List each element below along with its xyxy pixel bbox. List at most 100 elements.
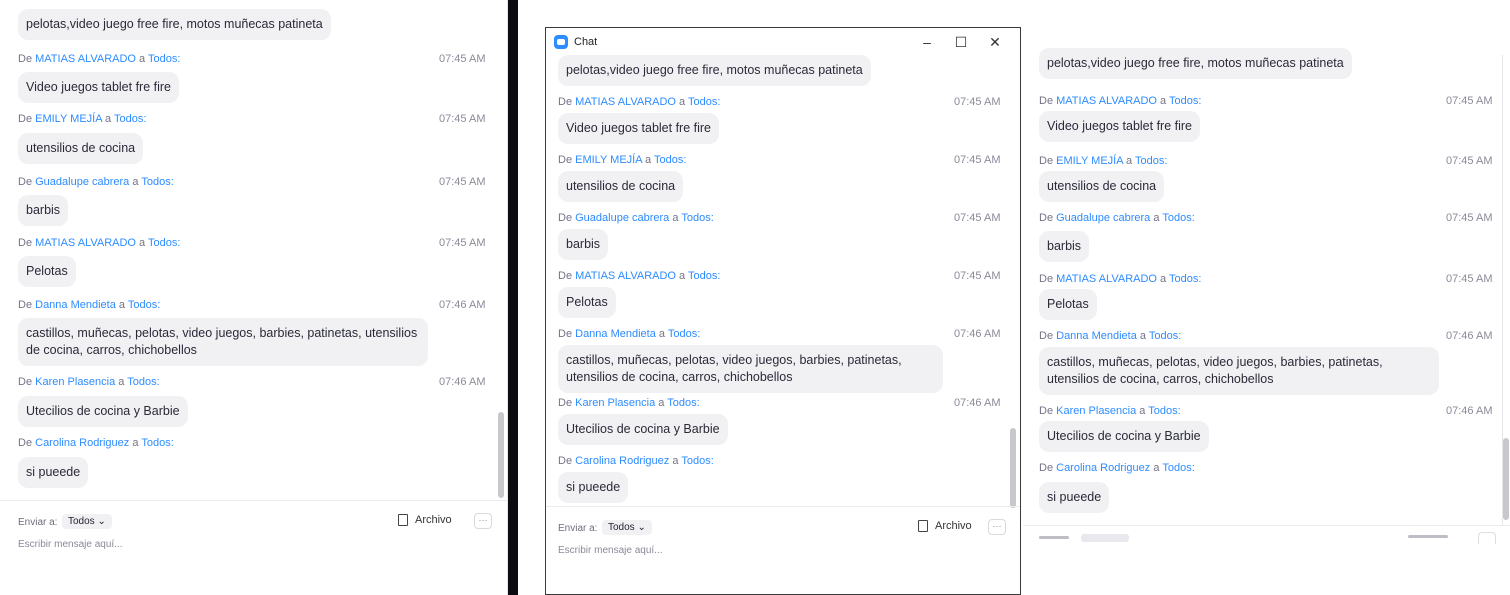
sender-name[interactable]: Danna Mendieta <box>575 328 656 340</box>
sender-name[interactable]: MATIAS ALVARADO <box>35 53 136 65</box>
message-time: 07:45 AM <box>1446 155 1493 167</box>
recipient-name[interactable]: Todos: <box>1169 273 1201 285</box>
recipient-name[interactable]: Todos: <box>141 437 173 449</box>
sender-name[interactable]: Karen Plasencia <box>35 376 115 388</box>
sender-name[interactable]: EMILY MEJÍA <box>1056 155 1123 167</box>
close-button[interactable]: ✕ <box>978 34 1012 51</box>
recipient-dropdown[interactable]: Todos ⌄ <box>62 514 112 529</box>
recipient-name[interactable]: Todos: <box>128 299 160 311</box>
minimize-button[interactable]: – <box>910 34 944 50</box>
compose-area: Enviar a: Todos ⌄ Archivo ··· Escribir m… <box>0 500 507 595</box>
scrollbar-thumb[interactable] <box>498 412 504 498</box>
recipient-name[interactable]: Todos: <box>668 328 700 340</box>
message-time: 07:45 AM <box>954 154 1001 166</box>
message-time: 07:46 AM <box>954 397 1001 409</box>
send-to-label: Enviar a: <box>558 523 598 534</box>
message-list: pelotas,video juego free fire, motos muñ… <box>0 0 507 500</box>
recipient-name[interactable]: Todos: <box>148 237 180 249</box>
message-bubble: Utecilios de cocina y Barbie <box>18 396 188 427</box>
message-header: De Danna Mendieta a Todos: <box>18 299 161 311</box>
message-header: De Carolina Rodriguez a Todos: <box>18 437 174 449</box>
message-bubble: pelotas,video juego free fire, motos muñ… <box>18 9 331 40</box>
recipient-name[interactable]: Todos: <box>1149 330 1181 342</box>
message-time: 07:45 AM <box>439 237 486 249</box>
message-header: De Danna Mendieta a Todos: <box>1039 330 1182 342</box>
message-header: De MATIAS ALVARADO a Todos: <box>558 96 721 108</box>
recipient-name[interactable]: Todos: <box>654 154 686 166</box>
recipient-name[interactable]: Todos: <box>681 212 713 224</box>
recipient-name[interactable]: Todos: <box>688 270 720 282</box>
more-options-button[interactable]: ··· <box>474 513 492 529</box>
sender-name[interactable]: Carolina Rodriguez <box>35 437 129 449</box>
sender-name[interactable]: MATIAS ALVARADO <box>1056 95 1157 107</box>
sender-name[interactable]: Carolina Rodriguez <box>1056 462 1150 474</box>
message-bubble: barbis <box>18 195 69 226</box>
file-button[interactable]: Archivo <box>918 520 972 532</box>
recipient-name[interactable]: Todos: <box>1162 212 1194 224</box>
sender-name[interactable]: Carolina Rodriguez <box>575 455 669 467</box>
sender-name[interactable]: Guadalupe cabrera <box>35 176 129 188</box>
sender-name[interactable]: MATIAS ALVARADO <box>575 96 676 108</box>
file-button[interactable]: Archivo <box>398 514 452 526</box>
message-bubble: Utecilios de cocina y Barbie <box>1039 421 1209 452</box>
sender-name[interactable]: MATIAS ALVARADO <box>1056 273 1157 285</box>
recipient-name[interactable]: Todos: <box>1169 95 1201 107</box>
recipient-name[interactable]: Todos: <box>148 53 180 65</box>
recipient-dropdown[interactable] <box>1081 534 1129 542</box>
sender-name[interactable]: Guadalupe cabrera <box>1056 212 1150 224</box>
scrollbar-thumb[interactable] <box>1010 428 1016 508</box>
message-bubble: Pelotas <box>558 287 616 318</box>
message-bubble: pelotas,video juego free fire, motos muñ… <box>558 55 871 86</box>
sender-name[interactable]: MATIAS ALVARADO <box>575 270 676 282</box>
message-header: De Karen Plasencia a Todos: <box>1039 405 1181 417</box>
recipient-name[interactable]: Todos: <box>114 113 146 125</box>
file-button[interactable] <box>1408 535 1448 538</box>
recipient-name[interactable]: Todos: <box>1135 155 1167 167</box>
sender-name[interactable]: Danna Mendieta <box>1056 330 1137 342</box>
chat-panel-left: pelotas,video juego free fire, motos muñ… <box>0 0 508 595</box>
message-bubble: barbis <box>1039 231 1090 262</box>
message-header: De EMILY MEJÍA a Todos: <box>18 113 147 125</box>
sender-name[interactable]: Guadalupe cabrera <box>575 212 669 224</box>
sender-name[interactable]: Karen Plasencia <box>1056 405 1136 417</box>
send-to-label: Enviar a: <box>18 517 58 528</box>
chevron-down-icon: ⌄ <box>97 516 106 527</box>
message-time: 07:45 AM <box>1446 95 1493 107</box>
message-input[interactable]: Escribir mensaje aquí... <box>18 539 123 550</box>
message-bubble: si pueede <box>1039 482 1110 513</box>
file-icon <box>918 520 928 532</box>
recipient-name[interactable]: Todos: <box>1162 462 1194 474</box>
recipient-name[interactable]: Todos: <box>127 376 159 388</box>
more-options-button[interactable]: ··· <box>988 519 1006 535</box>
message-bubble: utensilios de cocina <box>18 133 144 164</box>
sender-name[interactable]: EMILY MEJÍA <box>575 154 642 166</box>
recipient-name[interactable]: Todos: <box>1148 405 1180 417</box>
scroll-track <box>1502 55 1503 525</box>
message-list: pelotas,video juego free fire, motos muñ… <box>1023 0 1510 525</box>
recipient-name[interactable]: Todos: <box>141 176 173 188</box>
sender-name[interactable]: Karen Plasencia <box>575 397 655 409</box>
message-header: De Carolina Rodriguez a Todos: <box>1039 462 1195 474</box>
message-time: 07:46 AM <box>1446 405 1493 417</box>
message-time: 07:45 AM <box>1446 212 1493 224</box>
window-title: Chat <box>574 36 598 48</box>
message-bubble: pelotas,video juego free fire, motos muñ… <box>1039 48 1352 79</box>
recipient-name[interactable]: Todos: <box>667 397 699 409</box>
sender-name[interactable]: Danna Mendieta <box>35 299 116 311</box>
recipient-name[interactable]: Todos: <box>688 96 720 108</box>
recipient-name[interactable]: Todos: <box>681 455 713 467</box>
maximize-button[interactable]: ☐ <box>944 34 978 51</box>
more-options-button[interactable] <box>1478 532 1496 544</box>
recipient-dropdown[interactable]: Todos ⌄ <box>602 520 652 535</box>
sender-name[interactable]: MATIAS ALVARADO <box>35 237 136 249</box>
message-time: 07:45 AM <box>439 176 486 188</box>
message-time: 07:45 AM <box>439 113 486 125</box>
message-time: 07:46 AM <box>439 376 486 388</box>
message-bubble: Pelotas <box>1039 289 1097 320</box>
message-header: De EMILY MEJÍA a Todos: <box>1039 155 1168 167</box>
message-header: De Karen Plasencia a Todos: <box>18 376 160 388</box>
sender-name[interactable]: EMILY MEJÍA <box>35 113 102 125</box>
message-bubble: utensilios de cocina <box>558 171 684 202</box>
scrollbar-thumb[interactable] <box>1503 438 1509 520</box>
message-input[interactable]: Escribir mensaje aquí... <box>558 545 663 556</box>
